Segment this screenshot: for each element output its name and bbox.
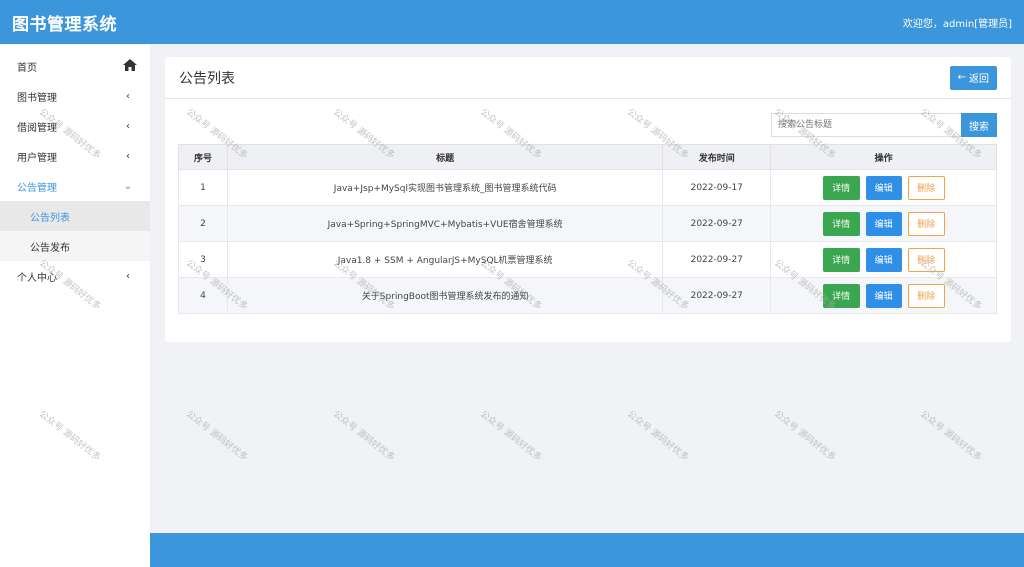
back-button-label: 返回 xyxy=(969,74,989,85)
search-input[interactable] xyxy=(771,113,961,137)
row-date: 2022-09-27 xyxy=(662,277,772,314)
panel-header: 公告列表 ← 返回 xyxy=(165,57,1011,99)
watermark: 公众号 源码好优多 xyxy=(771,409,838,464)
detail-button[interactable]: 详情 xyxy=(822,211,860,236)
row-title: 关于SpringBoot图书管理系统发布的通知 xyxy=(226,277,664,314)
row-title: Java+Jsp+MySql实现图书管理系统_图书管理系统代码 xyxy=(226,169,664,206)
column-header-index: 序号 xyxy=(178,144,228,170)
home-icon xyxy=(123,58,137,74)
sidebar-item-borrow[interactable]: 借阅管理 ‹ xyxy=(0,111,150,141)
table-row: 4 关于SpringBoot图书管理系统发布的通知 2022-09-27 详情 … xyxy=(178,277,997,314)
sidebar-item-home[interactable]: 首页 xyxy=(0,51,150,81)
table-row: 3 Java1.8 + SSM + AngularJS+MySQL机票管理系统 … xyxy=(178,241,997,278)
chevron-left-icon: ‹ xyxy=(126,120,130,132)
notice-table: 序号 标题 发布时间 操作 1 Java+Jsp+MySql实现图书管理系统_图… xyxy=(178,144,997,314)
delete-button[interactable]: 删除 xyxy=(907,247,945,272)
column-header-actions: 操作 xyxy=(770,144,997,170)
row-actions: 详情 编辑 删除 xyxy=(770,277,997,314)
back-button[interactable]: ← 返回 xyxy=(949,65,997,90)
watermark: 公众号 源码好优多 xyxy=(477,409,544,464)
delete-button[interactable]: 删除 xyxy=(907,211,945,236)
sidebar-item-label: 首页 xyxy=(17,62,37,74)
chevron-left-icon: ‹ xyxy=(126,150,130,162)
sidebar-item-books[interactable]: 图书管理 ‹ xyxy=(0,81,150,111)
row-title: Java1.8 + SSM + AngularJS+MySQL机票管理系统 xyxy=(226,241,664,278)
row-actions: 详情 编辑 删除 xyxy=(770,205,997,242)
watermark: 公众号 源码好优多 xyxy=(330,409,397,464)
top-header-bar: 图书管理系统 欢迎您，admin[管理员] xyxy=(0,0,1024,44)
table-row: 1 Java+Jsp+MySql实现图书管理系统_图书管理系统代码 2022-0… xyxy=(178,169,997,206)
table-header-row: 序号 标题 发布时间 操作 xyxy=(178,144,997,170)
search-button[interactable]: 搜索 xyxy=(961,113,997,137)
row-date: 2022-09-17 xyxy=(662,169,772,206)
row-actions: 详情 编辑 删除 xyxy=(770,169,997,206)
row-index: 2 xyxy=(178,205,228,242)
sidebar-subitem-notice-publish[interactable]: 公告发布 xyxy=(0,231,150,261)
edit-button[interactable]: 编辑 xyxy=(865,247,902,272)
arrow-left-icon: ← xyxy=(957,72,966,83)
row-title: Java+Spring+SpringMVC+Mybatis+VUE宿舍管理系统 xyxy=(226,205,664,242)
sidebar-item-label: 图书管理 xyxy=(17,92,57,104)
sidebar: 首页 图书管理 ‹ 借阅管理 ‹ 用户管理 ‹ 公告管理 ⌄ 公告列表 公告发布… xyxy=(0,44,150,567)
row-index: 1 xyxy=(178,169,228,206)
watermark: 公众号 源码好优多 xyxy=(624,409,691,464)
edit-button[interactable]: 编辑 xyxy=(865,211,902,236)
edit-button[interactable]: 编辑 xyxy=(865,175,902,200)
user-welcome[interactable]: 欢迎您，admin[管理员] xyxy=(903,15,1012,30)
sidebar-item-label: 借阅管理 xyxy=(17,122,57,134)
detail-button[interactable]: 详情 xyxy=(822,247,860,272)
delete-button[interactable]: 删除 xyxy=(907,283,945,308)
app-title: 图书管理系统 xyxy=(12,14,117,35)
watermark: 公众号 源码好优多 xyxy=(183,409,250,464)
column-header-date: 发布时间 xyxy=(662,144,772,170)
row-date: 2022-09-27 xyxy=(662,241,772,278)
column-header-title: 标题 xyxy=(226,144,664,170)
sidebar-item-notices[interactable]: 公告管理 ⌄ xyxy=(0,171,150,201)
detail-button[interactable]: 详情 xyxy=(822,283,860,308)
row-date: 2022-09-27 xyxy=(662,205,772,242)
chevron-down-icon: ⌄ xyxy=(123,180,133,192)
footer-bar xyxy=(150,533,1024,567)
search-bar: 搜索 xyxy=(771,113,997,137)
delete-button[interactable]: 删除 xyxy=(907,175,945,200)
sidebar-item-label: 个人中心 xyxy=(17,272,57,284)
row-actions: 详情 编辑 删除 xyxy=(770,241,997,278)
page-title: 公告列表 xyxy=(179,70,235,87)
notice-list-panel: 公告列表 ← 返回 搜索 序号 标题 发布时间 操作 1 Java+Jsp+My… xyxy=(165,57,1011,342)
row-index: 4 xyxy=(178,277,228,314)
chevron-left-icon: ‹ xyxy=(126,270,130,282)
sidebar-subitem-notice-list[interactable]: 公告列表 xyxy=(0,201,150,231)
watermark: 公众号 源码好优多 xyxy=(917,409,984,464)
sidebar-item-profile[interactable]: 个人中心 ‹ xyxy=(0,261,150,291)
sidebar-item-label: 用户管理 xyxy=(17,152,57,164)
edit-button[interactable]: 编辑 xyxy=(865,283,902,308)
chevron-left-icon: ‹ xyxy=(126,90,130,102)
sidebar-item-users[interactable]: 用户管理 ‹ xyxy=(0,141,150,171)
row-index: 3 xyxy=(178,241,228,278)
table-row: 2 Java+Spring+SpringMVC+Mybatis+VUE宿舍管理系… xyxy=(178,205,997,242)
sidebar-item-label: 公告管理 xyxy=(17,182,57,194)
detail-button[interactable]: 详情 xyxy=(822,175,860,200)
